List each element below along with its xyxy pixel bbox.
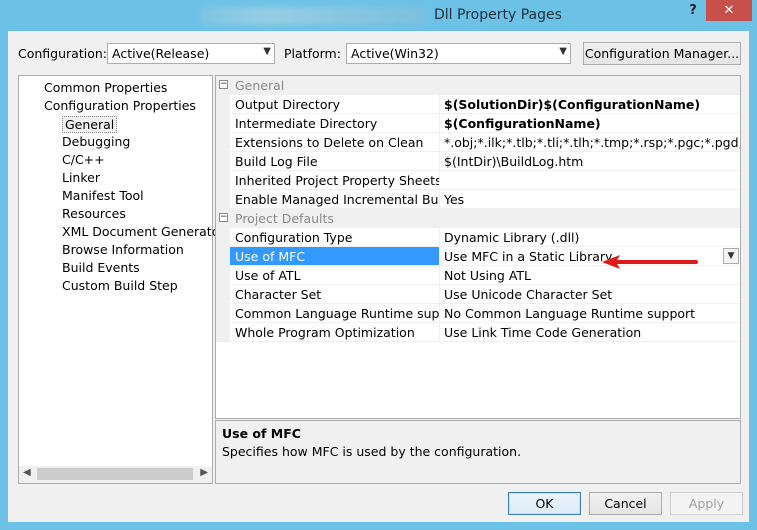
property-value[interactable]: *.obj;*.ilk;*.tlb;*.tli;*.tlh;*.tmp;*.rs… <box>440 133 740 152</box>
title-bar[interactable]: Dll Property Pages ? ✕ <box>0 0 757 32</box>
tree-item[interactable]: Build Events <box>62 260 140 275</box>
scrollbar-thumb[interactable] <box>37 468 193 480</box>
row-gutter <box>216 304 230 323</box>
property-value[interactable] <box>440 171 740 190</box>
cancel-button[interactable]: Cancel <box>589 492 662 515</box>
description-panel: Use of MFC Specifies how MFC is used by … <box>215 420 741 484</box>
tree-item[interactable]: Debugging <box>62 134 130 149</box>
tree-item[interactable]: XML Document Generator <box>62 224 225 239</box>
scroll-right-icon[interactable]: ▶ <box>200 467 208 478</box>
red-arrow-annotation <box>602 255 698 269</box>
tree-item[interactable]: Configuration Properties <box>44 98 196 113</box>
apply-button[interactable]: Apply <box>670 492 743 515</box>
dialog-window: Dll Property Pages ? ✕ Configuration: Ac… <box>0 0 757 530</box>
property-name[interactable]: Build Log File <box>230 152 440 171</box>
property-name[interactable]: Configuration Type <box>230 228 440 247</box>
description-title: Use of MFC <box>222 426 301 441</box>
property-name[interactable]: Use of ATL <box>230 266 440 285</box>
close-button[interactable]: ✕ <box>706 0 752 21</box>
row-gutter <box>216 285 230 304</box>
tree-item[interactable]: Custom Build Step <box>62 278 178 293</box>
row-gutter <box>216 266 230 285</box>
platform-label: Platform: <box>284 46 341 61</box>
property-value[interactable]: $(IntDir)\BuildLog.htm <box>440 152 740 171</box>
property-name[interactable]: Character Set <box>230 285 440 304</box>
property-value[interactable]: $(SolutionDir)$(ConfigurationName) <box>440 95 740 114</box>
configuration-manager-button[interactable]: Configuration Manager... <box>583 42 741 65</box>
dropdown-arrow-icon[interactable]: ▼ <box>723 248 739 264</box>
property-grid: − General Output Directory $(SolutionDir)$(… <box>215 75 741 419</box>
property-value[interactable]: Use Unicode Character Set <box>440 285 740 304</box>
row-gutter <box>216 114 230 133</box>
property-row[interactable]: Build Log File $(IntDir)\BuildLog.htm <box>216 152 740 171</box>
collapse-icon[interactable]: − <box>219 213 228 222</box>
property-name[interactable]: Inherited Project Property Sheets <box>230 171 440 190</box>
tree-item[interactable]: Manifest Tool <box>62 188 144 203</box>
property-row[interactable]: Configuration Type Dynamic Library (.dll) <box>216 228 740 247</box>
tree-horizontal-scrollbar[interactable]: ◀ ▶ <box>19 466 212 483</box>
collapse-icon[interactable]: − <box>219 80 228 89</box>
row-gutter <box>216 95 230 114</box>
row-gutter <box>216 247 230 266</box>
property-row[interactable]: Inherited Project Property Sheets <box>216 171 740 190</box>
property-value[interactable]: No Common Language Runtime support <box>440 304 740 323</box>
configuration-combo[interactable]: Active(Release) ▼ <box>107 43 275 64</box>
tree-item[interactable]: Linker <box>62 170 100 185</box>
property-value[interactable]: $(ConfigurationName) <box>440 114 740 133</box>
tree-item[interactable]: Common Properties <box>44 80 167 95</box>
category-header[interactable]: − Project Defaults <box>216 209 740 228</box>
row-gutter <box>216 171 230 190</box>
property-row[interactable]: Character Set Use Unicode Character Set <box>216 285 740 304</box>
property-value[interactable]: Use Link Time Code Generation <box>440 323 740 342</box>
tree-item[interactable]: General <box>62 116 118 133</box>
configuration-label: Configuration: <box>18 46 107 61</box>
property-value[interactable]: Yes <box>440 190 740 209</box>
property-name[interactable]: Common Language Runtime support <box>230 304 440 323</box>
property-row[interactable]: Extensions to Delete on Clean *.obj;*.ilk… <box>216 133 740 152</box>
property-row[interactable]: Intermediate Directory $(ConfigurationNam… <box>216 114 740 133</box>
ok-button[interactable]: OK <box>508 492 581 515</box>
property-row[interactable]: Enable Managed Incremental Build Yes <box>216 190 740 209</box>
window-title: Dll Property Pages <box>434 7 562 23</box>
category-title: General <box>235 78 285 93</box>
tree-item[interactable]: Resources <box>62 206 126 221</box>
help-button[interactable]: ? <box>682 1 704 21</box>
configuration-value: Active(Release) <box>112 46 210 61</box>
property-name[interactable]: Enable Managed Incremental Build <box>230 190 440 209</box>
category-header[interactable]: − General <box>216 76 740 95</box>
tree-item[interactable]: C/C++ <box>62 152 105 167</box>
property-name[interactable]: Whole Program Optimization <box>230 323 440 342</box>
row-gutter <box>216 228 230 247</box>
platform-combo[interactable]: Active(Win32) ▼ <box>346 43 571 64</box>
tree-item[interactable]: Browse Information <box>62 242 184 257</box>
row-gutter <box>216 323 230 342</box>
property-row[interactable]: Whole Program Optimization Use Link Time … <box>216 323 740 342</box>
property-value[interactable]: Dynamic Library (.dll) <box>440 228 740 247</box>
property-name[interactable]: Use of MFC <box>230 247 440 266</box>
property-name[interactable]: Intermediate Directory <box>230 114 440 133</box>
property-row[interactable]: Output Directory $(SolutionDir)$(Configur… <box>216 95 740 114</box>
chevron-down-icon: ▼ <box>559 46 567 57</box>
description-text: Specifies how MFC is used by the configu… <box>222 444 522 459</box>
property-row[interactable]: Common Language Runtime supportNo Common… <box>216 304 740 323</box>
row-gutter <box>216 133 230 152</box>
chevron-down-icon: ▼ <box>263 46 271 57</box>
category-title: Project Defaults <box>235 211 334 226</box>
property-tree: Common Properties Configuration Propertie… <box>18 75 225 484</box>
platform-value: Active(Win32) <box>351 46 439 61</box>
scroll-left-icon[interactable]: ◀ <box>23 467 31 478</box>
property-name[interactable]: Extensions to Delete on Clean <box>230 133 440 152</box>
blurred-project-name <box>200 7 426 25</box>
property-name[interactable]: Output Directory <box>230 95 440 114</box>
row-gutter <box>216 152 230 171</box>
row-gutter <box>216 190 230 209</box>
